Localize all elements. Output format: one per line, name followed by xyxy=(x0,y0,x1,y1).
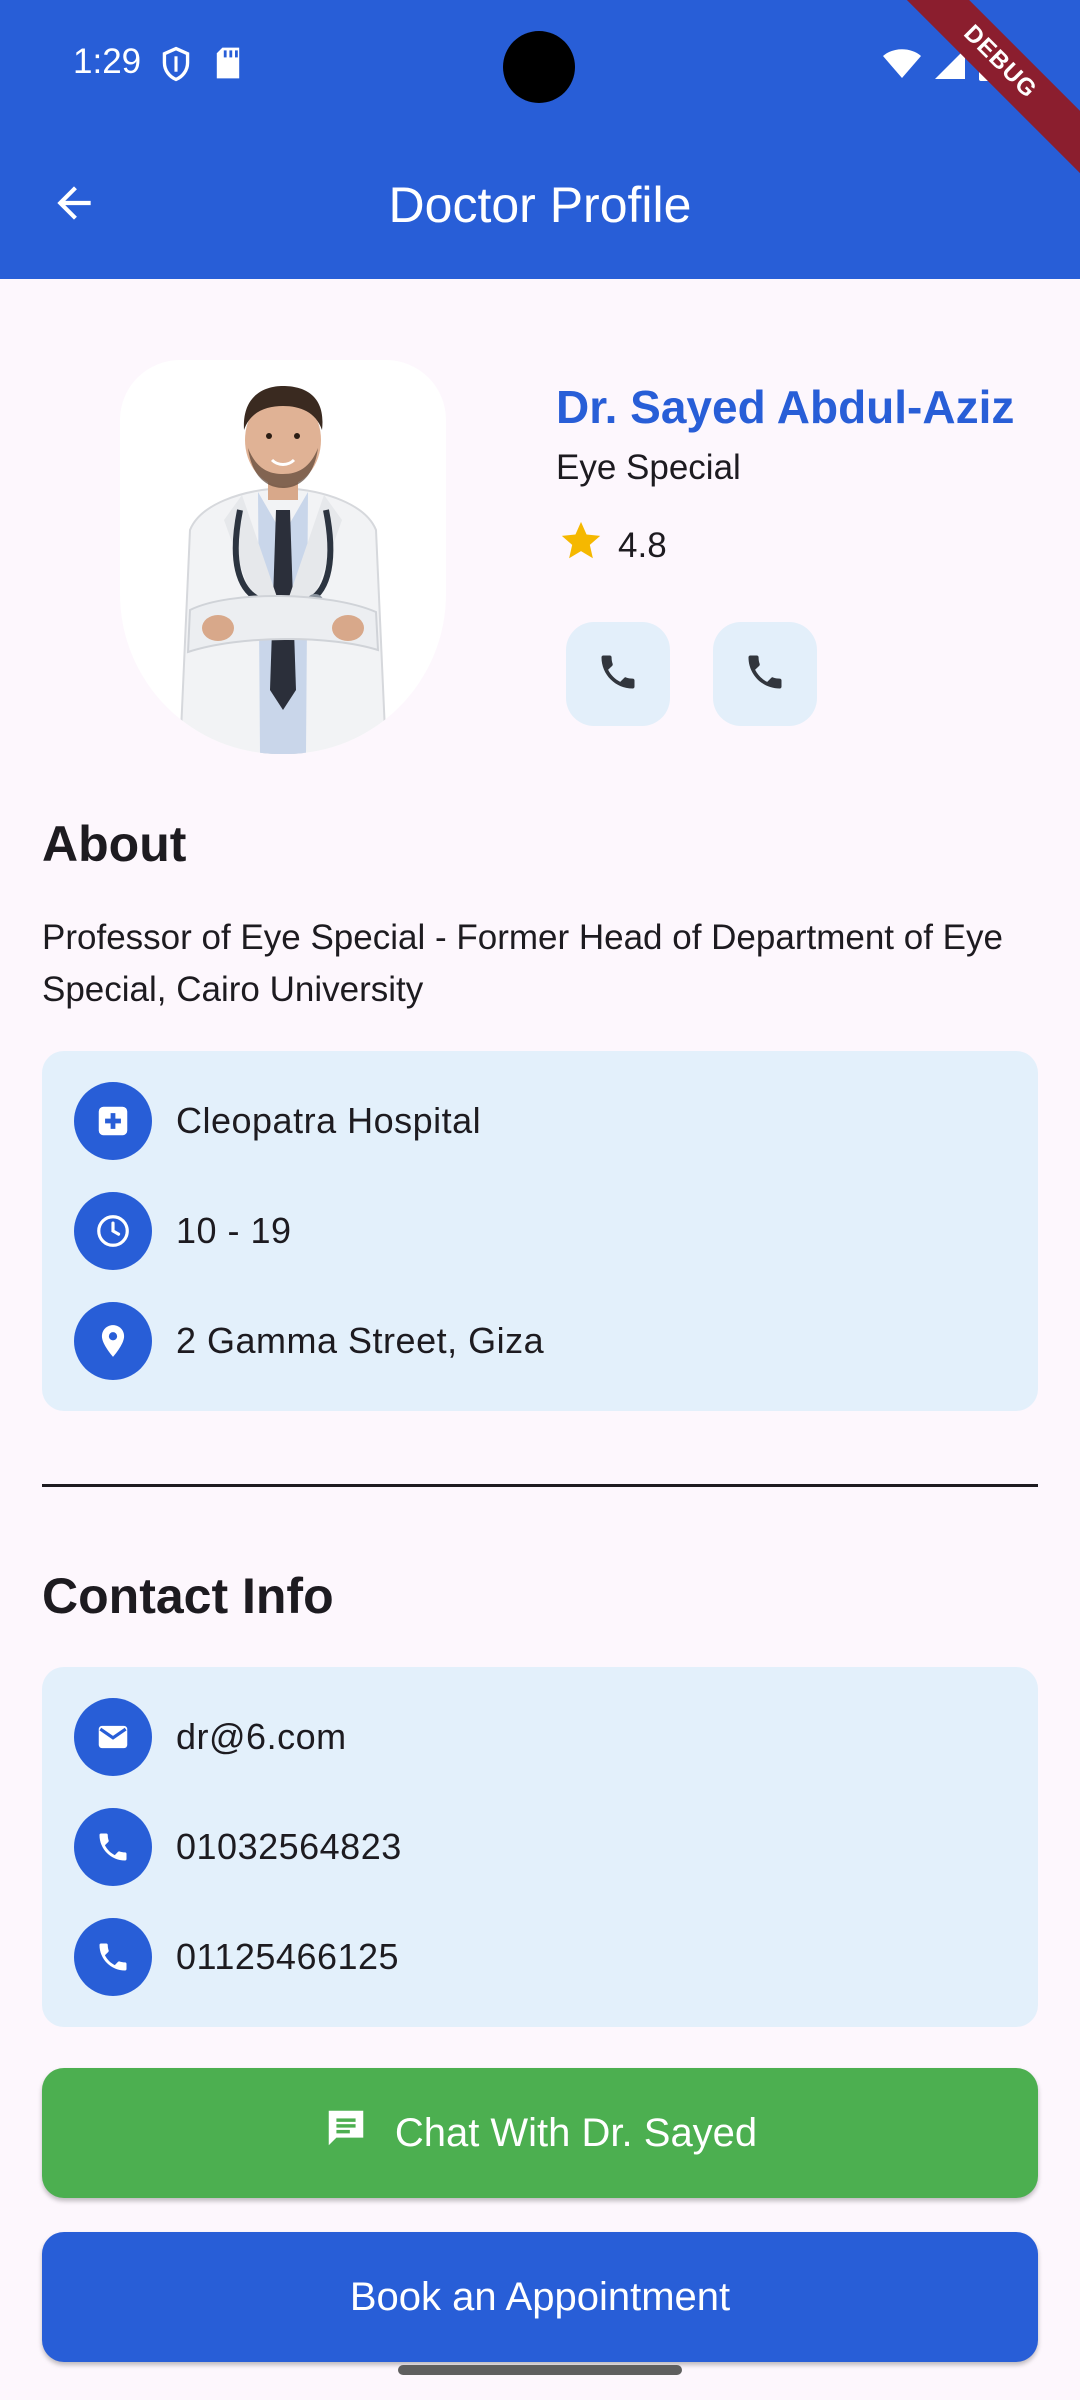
doctor-photo xyxy=(120,360,446,754)
status-time: 1:29 xyxy=(73,42,142,81)
contact-text: dr@6.com xyxy=(176,1716,347,1757)
book-button-label: Book an Appointment xyxy=(349,2274,731,2319)
detail-row-address: 2 Gamma Street, Giza xyxy=(74,1302,544,1380)
rating-value: 4.8 xyxy=(618,525,667,565)
status-left-icons xyxy=(160,46,242,87)
detail-row-hours: 10 - 19 xyxy=(74,1192,292,1270)
section-divider xyxy=(42,1484,1038,1487)
contact-row-phone-2[interactable]: 01125466125 xyxy=(74,1918,399,1996)
location-pin-icon xyxy=(74,1302,152,1380)
chat-button-label: Chat With Dr. Sayed xyxy=(394,2110,758,2155)
clock-icon xyxy=(74,1192,152,1270)
wifi-icon xyxy=(882,48,922,85)
call-button[interactable] xyxy=(566,622,670,726)
doctor-specialty: Eye Special xyxy=(556,448,741,487)
contact-text: 01032564823 xyxy=(176,1826,402,1867)
home-indicator[interactable] xyxy=(398,2365,682,2375)
contact-text: 01125466125 xyxy=(176,1936,400,1977)
call-button-secondary[interactable] xyxy=(713,622,817,726)
detail-text: 10 - 19 xyxy=(176,1210,292,1251)
about-text: Professor of Eye Special - Former Head o… xyxy=(42,918,1003,1009)
contact-row-phone-1[interactable]: 01032564823 xyxy=(74,1808,402,1886)
hospital-icon xyxy=(74,1082,152,1160)
chat-icon xyxy=(323,2105,369,2161)
chat-button[interactable]: Chat With Dr. Sayed xyxy=(42,2068,1038,2198)
detail-text: 2 Gamma Street, Giza xyxy=(176,1320,545,1361)
front-camera xyxy=(503,31,575,103)
details-card: Cleopatra Hospital 10 - 19 2 Gamma Stree… xyxy=(42,1051,1038,1411)
phone-icon xyxy=(596,650,640,699)
email-icon xyxy=(74,1698,152,1776)
book-appointment-button[interactable]: Book an Appointment xyxy=(42,2232,1038,2362)
contact-title: Contact Info xyxy=(42,1568,334,1624)
shield-icon xyxy=(160,46,192,87)
contact-card: dr@6.com 01032564823 01125466125 xyxy=(42,1667,1038,2027)
detail-text: Cleopatra Hospital xyxy=(176,1100,482,1141)
page-title: Doctor Profile xyxy=(388,177,692,233)
doctor-rating: 4.8 xyxy=(558,518,667,573)
debug-banner: DEBUG xyxy=(878,0,1080,184)
sd-card-icon xyxy=(214,46,242,87)
phone-icon xyxy=(743,650,787,699)
star-icon xyxy=(558,518,604,573)
about-title: About xyxy=(42,816,187,872)
phone-icon xyxy=(74,1808,152,1886)
doctor-name: Dr. Sayed Abdul-Aziz xyxy=(556,381,1015,433)
app-bar: 1:29 DEBUG Doctor Profile xyxy=(0,0,1080,279)
detail-row-hospital: Cleopatra Hospital xyxy=(74,1082,481,1160)
contact-row-email[interactable]: dr@6.com xyxy=(74,1698,347,1776)
phone-icon xyxy=(74,1918,152,1996)
